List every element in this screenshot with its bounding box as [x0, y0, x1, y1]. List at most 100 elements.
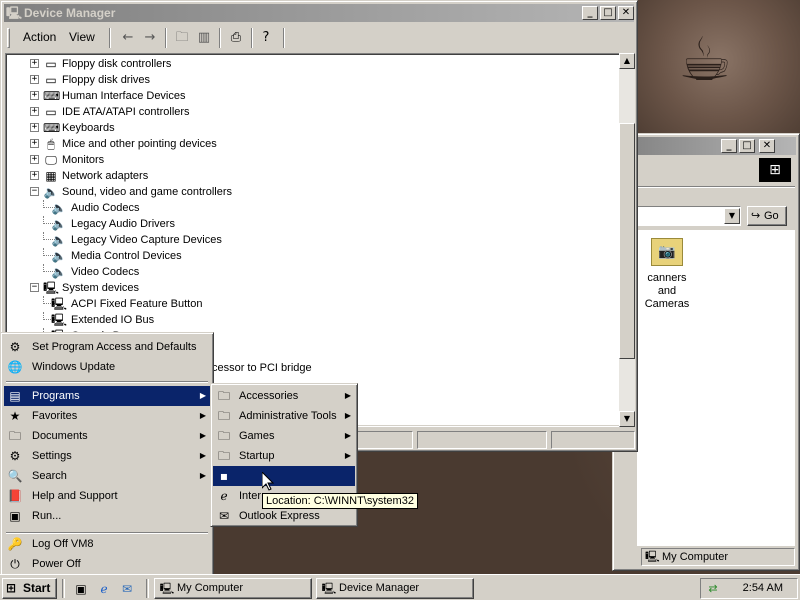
go-button[interactable]: ↪ Go [747, 206, 787, 226]
expand-icon[interactable]: + [30, 91, 39, 100]
scroll-thumb[interactable] [619, 123, 635, 359]
menu-action[interactable]: Action [23, 30, 56, 44]
menu-item[interactable]: 🗀 Accessories ▶ [213, 386, 355, 406]
tree-item[interactable]: 🔈 Audio Codecs [43, 200, 611, 216]
my-computer-titlebar[interactable]: _ □ ✕ [616, 137, 796, 155]
menu-item[interactable]: ✉ Outlook Express [213, 506, 355, 526]
tree-item[interactable]: 🔈 Legacy Audio Drivers [43, 216, 611, 232]
minimize-button[interactable]: _ [721, 139, 737, 153]
collapse-icon[interactable]: − [30, 283, 39, 292]
scanner-camera-icon: 📷 [651, 238, 683, 266]
up-folder-icon[interactable]: 🗀 [171, 28, 193, 48]
expand-icon[interactable]: + [30, 139, 39, 148]
menu-item[interactable]: 🗀 Startup ▶ [213, 446, 355, 466]
address-field[interactable]: ▼ [637, 206, 741, 226]
task-button-my-computer[interactable]: 🖳 My Computer [154, 578, 312, 599]
tree-item[interactable]: − 🔈 Sound, video and game controllers [30, 184, 590, 200]
tree-item[interactable]: + ⌨ Keyboards [30, 120, 590, 136]
menu-item[interactable]: ⏻ Power Off [4, 554, 210, 574]
speaker-icon: 🔈 [51, 201, 67, 215]
submenu-arrow-icon: ▶ [199, 471, 206, 480]
device-manager-title: Device Manager [24, 6, 116, 20]
maximize-button[interactable]: □ [600, 6, 616, 20]
expand-icon[interactable]: + [30, 171, 39, 180]
show-desktop-icon[interactable]: ▣ [72, 580, 90, 598]
print-icon[interactable]: ⎙ [225, 28, 247, 48]
network-tray-icon[interactable]: ⇄ [705, 581, 721, 597]
menu-item-label: Favorites [32, 410, 78, 422]
tree-item-label: Audio Codecs [71, 202, 140, 214]
menu-item[interactable]: ⚙ Settings ▶ [4, 446, 210, 466]
tree-item[interactable]: + 🖱 Mice and other pointing devices [30, 136, 590, 152]
submenu-arrow-icon: ▶ [344, 451, 351, 460]
scroll-down-button[interactable]: ▼ [619, 411, 635, 427]
task-label: My Computer [177, 582, 244, 594]
expand-icon[interactable]: + [30, 123, 39, 132]
clock[interactable]: 2:54 AM [743, 579, 783, 598]
menu-item[interactable]: ⚙ Set Program Access and Defaults [4, 337, 210, 357]
tree-item[interactable]: 🔈 Video Codecs [43, 264, 611, 280]
menu-item[interactable]: 🔑 Log Off VM8 [4, 534, 210, 554]
tree-item[interactable]: + ▭ Floppy disk controllers [30, 56, 590, 72]
computer-icon: 🖳 [43, 281, 60, 295]
start-menu[interactable]: ⚙ Set Program Access and Defaults 🌐 Windows… [0, 332, 214, 576]
tree-item[interactable]: + ▭ Floppy disk drives [30, 72, 590, 88]
keyboard-icon: ⌨ [43, 121, 61, 135]
properties-help-icon[interactable]: ? [255, 28, 277, 48]
menu-toolbar: Action View ← → 🗀 ▥ ⎙ ? [5, 25, 633, 51]
menu-item[interactable]: 🗀 Games ▶ [213, 426, 355, 446]
menu-item[interactable]: ▪ [213, 466, 355, 486]
close-button[interactable]: ✕ [618, 6, 634, 20]
internet-explorer-icon[interactable]: ℯ [95, 580, 113, 598]
speaker-icon: 🔈 [51, 249, 67, 263]
scroll-up-button[interactable]: ▲ [619, 53, 635, 69]
tree-vertical-scrollbar[interactable]: ▲ ▼ [619, 53, 635, 427]
menu-item[interactable]: 🔍 Search ▶ [4, 466, 210, 486]
menu-item[interactable]: 🗀 Administrative Tools ▶ [213, 406, 355, 426]
forward-arrow-icon[interactable]: → [139, 28, 161, 48]
tree-item[interactable]: 🔈 Media Control Devices [43, 248, 611, 264]
menu-view[interactable]: View [69, 30, 95, 44]
tree-item[interactable]: − 🖳 System devices [30, 280, 590, 296]
menu-item-label: Administrative Tools [239, 410, 337, 422]
menu-item-label: Accessories [239, 390, 299, 402]
start-button[interactable]: ⊞ Start [2, 578, 57, 599]
floppy-drive-icon: ▭ [45, 73, 57, 87]
tree-item[interactable]: 🖳 Extended IO Bus [43, 312, 611, 328]
speaker-icon: 🔈 [43, 185, 59, 199]
minimize-button[interactable]: _ [582, 6, 598, 20]
menu-item[interactable]: ▣ Run... [4, 506, 210, 526]
outlook-express-icon[interactable]: ✉ [118, 580, 136, 598]
my-computer-window[interactable]: _ □ ✕ ⊞ ▼ ↪ Go 📷 canners and Cameras 🖳 M… [612, 133, 800, 571]
device-manager-titlebar[interactable]: 🖳 Device Manager _ □ ✕ [4, 4, 634, 22]
tree-item-label: System devices [62, 282, 140, 294]
show-hide-tree-icon[interactable]: ▥ [193, 28, 215, 48]
collapse-icon[interactable]: − [30, 187, 39, 196]
maximize-button[interactable]: □ [739, 139, 755, 153]
menu-item[interactable]: ▤ Programs ▶ [4, 386, 210, 406]
expand-icon[interactable]: + [30, 107, 39, 116]
tree-item[interactable]: 🖳 ACPI Fixed Feature Button [43, 296, 611, 312]
system-device-icon: 🖳 [51, 297, 68, 311]
tree-item-label: Human Interface Devices [62, 90, 186, 102]
address-dropdown-button[interactable]: ▼ [724, 208, 740, 224]
scanners-cameras-item[interactable]: 📷 canners and Cameras [637, 238, 717, 310]
menu-item[interactable]: 🗀 Documents ▶ [4, 426, 210, 446]
programs-icon: ▤ [9, 389, 21, 403]
task-button-device-manager[interactable]: 🖳 Device Manager [316, 578, 474, 599]
tree-item[interactable]: + ▦ Network adapters [30, 168, 590, 184]
back-arrow-icon[interactable]: ← [117, 28, 139, 48]
menu-item[interactable]: 📕 Help and Support [4, 486, 210, 506]
menu-item[interactable]: 🌐 Windows Update [4, 357, 210, 377]
menu-item[interactable]: ★ Favorites ▶ [4, 406, 210, 426]
menu-separator [6, 381, 208, 383]
expand-icon[interactable]: + [30, 59, 39, 68]
tree-item[interactable]: + ▭ IDE ATA/ATAPI controllers [30, 104, 590, 120]
tree-item[interactable]: + ⌨ Human Interface Devices [30, 88, 590, 104]
expand-icon[interactable]: + [30, 155, 39, 164]
tree-item[interactable]: 🔈 Legacy Video Capture Devices [43, 232, 611, 248]
expand-icon[interactable]: + [30, 75, 39, 84]
tree-item[interactable]: + 🖵 Monitors [30, 152, 590, 168]
speaker-icon: 🔈 [51, 265, 67, 279]
close-button[interactable]: ✕ [759, 139, 775, 153]
